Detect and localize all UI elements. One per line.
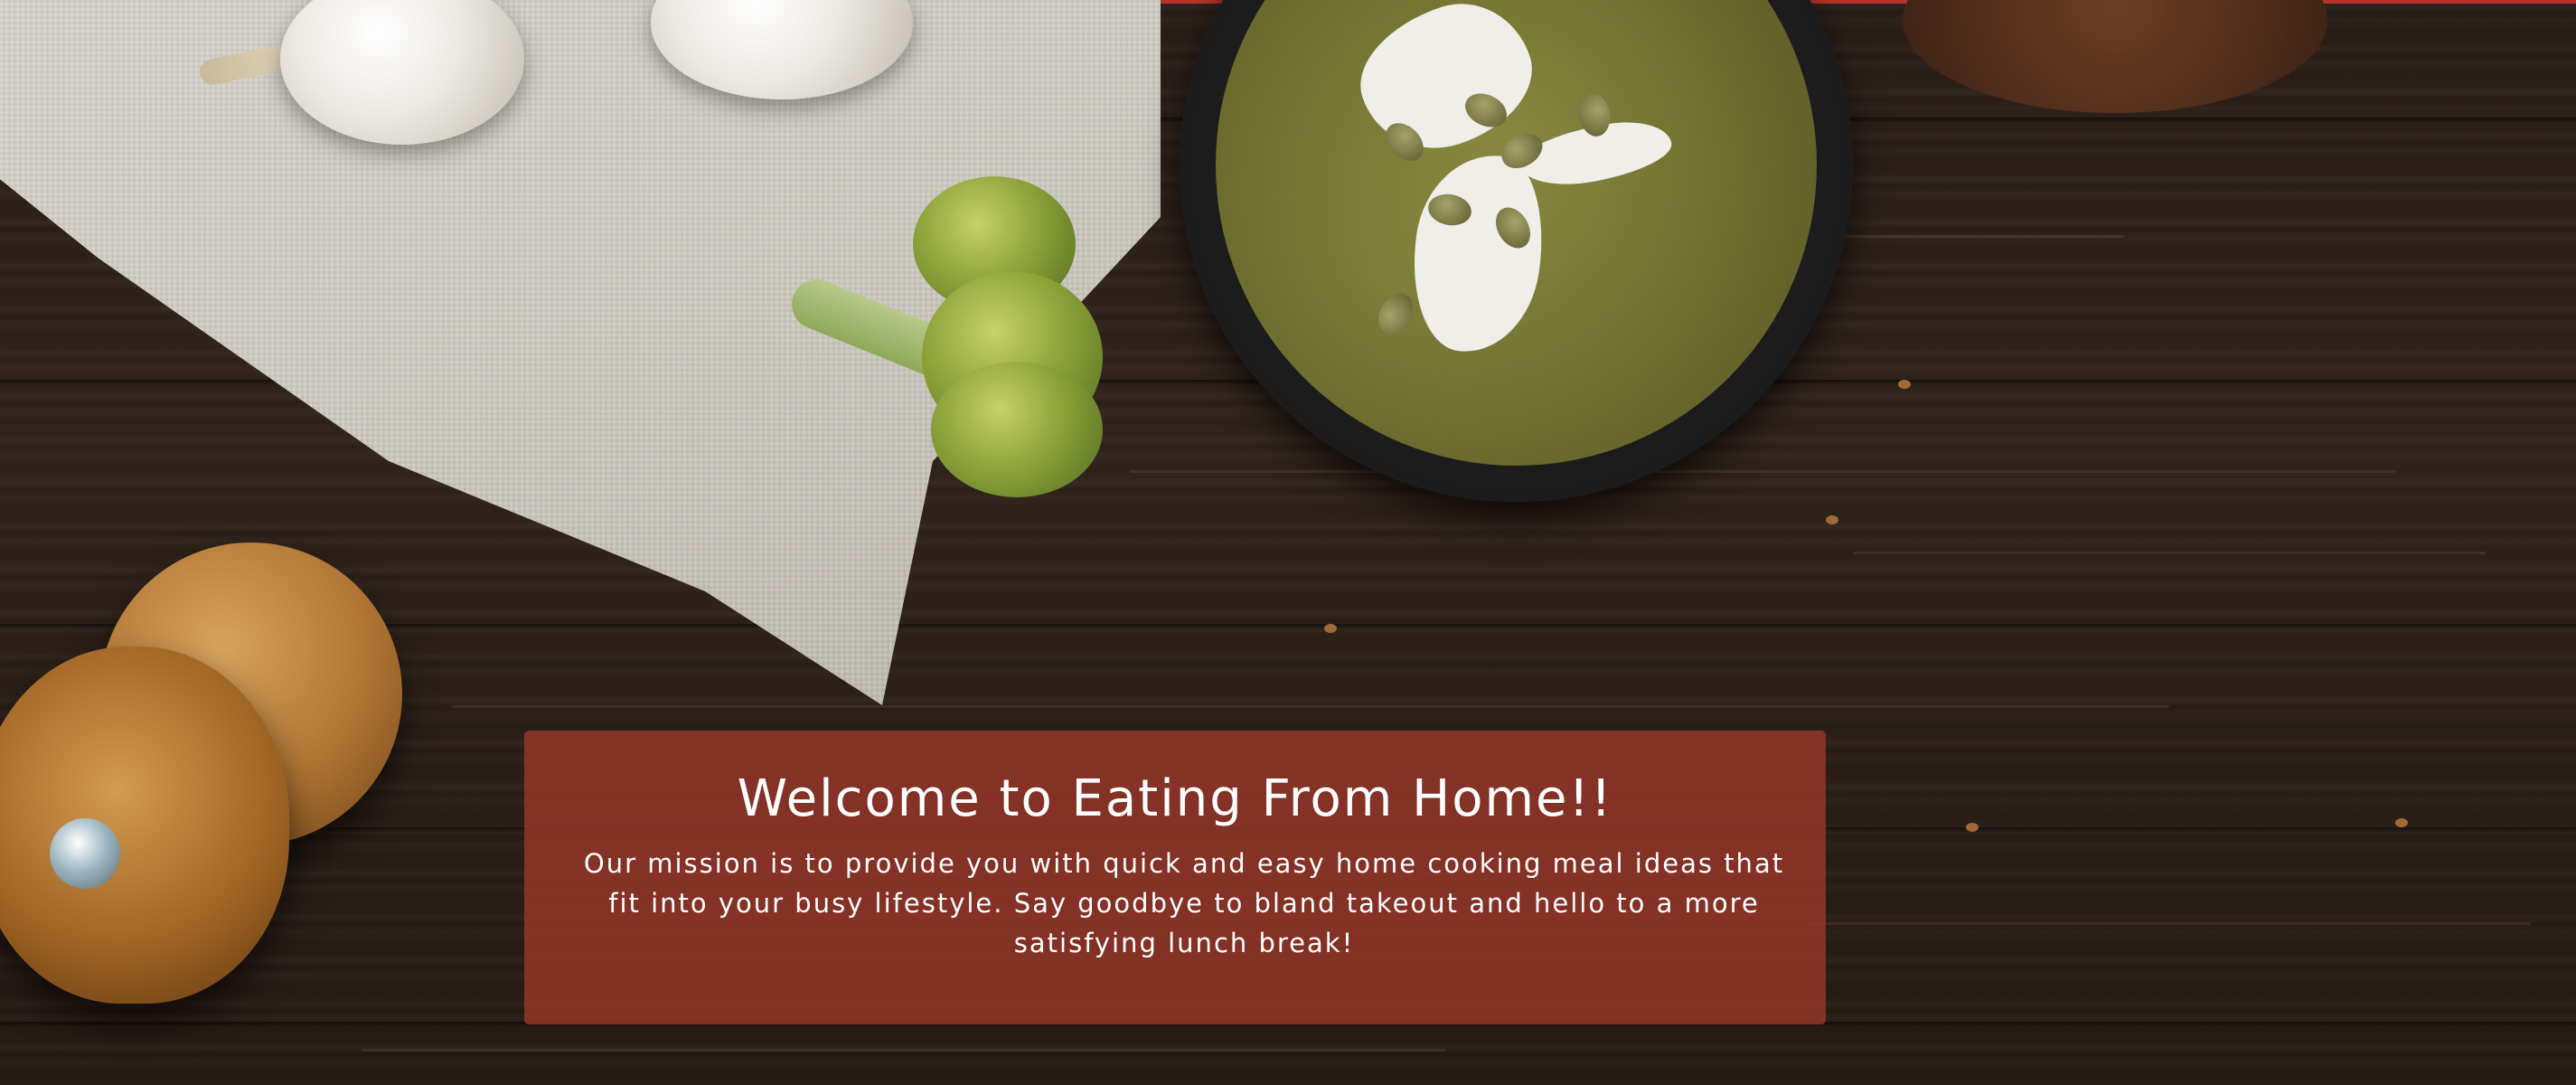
crumb [1826,515,1838,524]
wood-grain [1130,470,2395,473]
welcome-heading: Welcome to Eating From Home!! [737,769,1613,828]
bread-slice [1903,0,2327,113]
crumb [1324,624,1337,633]
crumb [1898,380,1911,389]
wood-grain [1808,922,2531,925]
welcome-banner: Welcome to Eating From Home!! Our missio… [524,731,1826,1024]
wood-grain [452,705,2169,708]
mission-statement: Our mission is to provide you with quick… [583,847,1785,958]
broccoli-floret [931,362,1103,497]
crumb [1966,823,1979,832]
pepper-mill [0,646,289,1004]
pepper-mill-knob [50,818,120,889]
wood-grain [1853,552,2486,554]
hero-section: Welcome to Eating From Home!! Our missio… [0,0,2576,1085]
crumb [2395,818,2408,827]
wood-grain [362,1049,1446,1052]
